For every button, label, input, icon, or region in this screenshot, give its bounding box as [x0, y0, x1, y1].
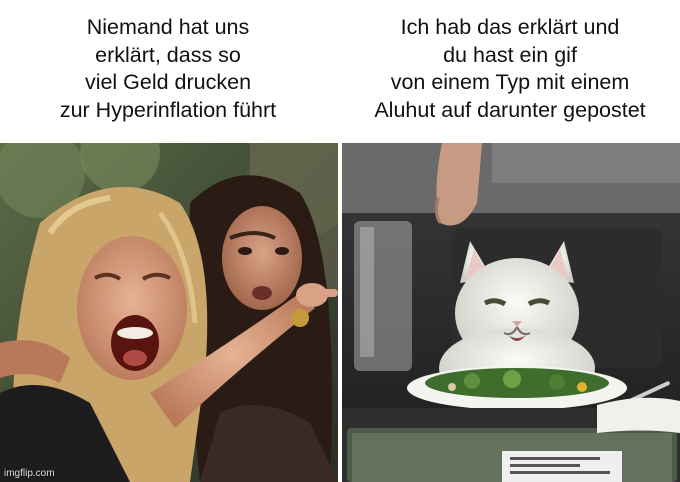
imgflip-watermark: imgflip.com: [4, 468, 55, 479]
woman-yelling-photo: [0, 143, 338, 482]
right-caption: Ich hab das erklärt und du hast ein gif …: [374, 15, 646, 122]
meme-container: Niemand hat uns erklärt, dass so viel Ge…: [0, 0, 680, 482]
cat-at-table-illustration: [342, 143, 680, 482]
woman-yelling-illustration: [0, 143, 338, 482]
left-caption: Niemand hat uns erklärt, dass so viel Ge…: [59, 15, 277, 122]
cat-at-table-photo: [342, 143, 680, 482]
